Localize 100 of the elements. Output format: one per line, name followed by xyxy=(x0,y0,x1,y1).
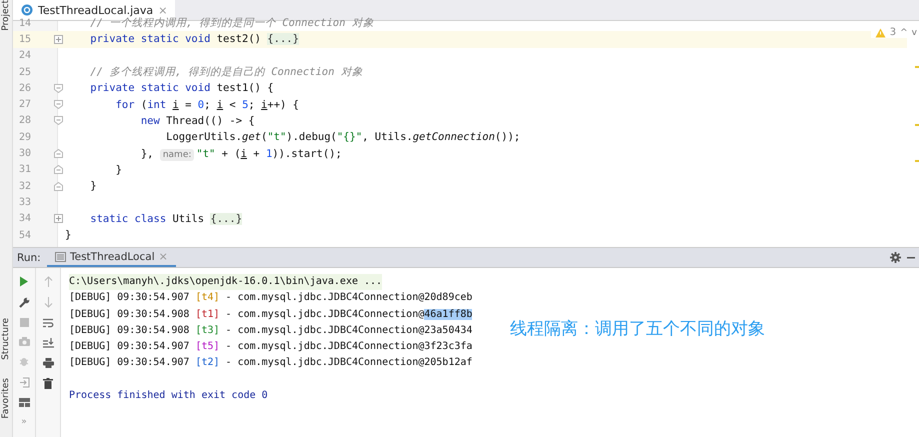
line-number: 14 xyxy=(18,18,32,29)
code-token: 5 xyxy=(242,98,248,111)
code-token: get xyxy=(242,131,261,144)
code-token: ).debug( xyxy=(286,131,337,144)
log-line: [DEBUG] 09:30:54.908 [t3] - com.mysql.jdbc.JDBC4Connection@23a50434 xyxy=(69,324,472,338)
code-comment: // 多个线程调用, 得到的是自己的 Connection 对象 xyxy=(89,66,363,78)
warning-count: 3 xyxy=(890,27,896,38)
code-token: "t" xyxy=(267,131,286,144)
code-token: test1() { xyxy=(216,82,274,94)
next-button[interactable]: v xyxy=(912,28,917,38)
line-number: 27 xyxy=(18,99,32,110)
code-token: i xyxy=(240,148,247,160)
code-token: } xyxy=(89,180,97,192)
code-token: int xyxy=(147,98,168,111)
code-token: static class xyxy=(89,212,168,225)
fold-icon[interactable] xyxy=(54,34,62,44)
line-number: 29 xyxy=(18,132,32,143)
tool-window-tab[interactable]: Structure xyxy=(1,318,11,360)
folded-code[interactable]: {...} xyxy=(267,33,299,46)
stop-icon[interactable] xyxy=(20,318,28,327)
line-number: 30 xyxy=(18,148,32,160)
line-number: 54 xyxy=(18,230,32,240)
code-token: = xyxy=(184,98,192,111)
code-token: 1 xyxy=(266,148,272,160)
line-number: 26 xyxy=(18,82,32,94)
fold-icon[interactable] xyxy=(54,116,62,126)
print-icon[interactable] xyxy=(42,358,54,368)
code-token: } xyxy=(65,229,72,241)
code-token: test2() xyxy=(216,33,262,46)
run-label: Run: xyxy=(16,252,41,264)
code-token: }, xyxy=(140,148,155,160)
code-token: for xyxy=(114,98,136,111)
wrench-icon[interactable] xyxy=(18,297,30,308)
code-token: ()); xyxy=(494,131,520,144)
settings-icon[interactable] xyxy=(890,252,901,263)
code-token: 0 xyxy=(198,98,204,111)
code-token: + xyxy=(252,148,261,160)
previous-button[interactable]: ^ xyxy=(900,28,908,38)
line-number: 32 xyxy=(18,180,32,192)
inspection-widget[interactable]: 3 ^ v xyxy=(870,27,919,38)
code-token: i xyxy=(172,98,179,111)
line-number: 31 xyxy=(18,164,32,176)
up-arrow-icon[interactable] xyxy=(44,276,52,287)
code-token: ++) { xyxy=(267,98,299,111)
login-icon[interactable] xyxy=(18,377,30,388)
tool-window-tab[interactable]: Project xyxy=(1,0,11,31)
code-token: Utils xyxy=(172,212,206,225)
code-token: i xyxy=(216,98,224,111)
log-line: [DEBUG] 09:30:54.907 [t5] - com.mysql.jdbc.JDBC4Connection@3f23c3fa xyxy=(69,340,472,354)
code-token: ; xyxy=(204,98,212,111)
class-icon xyxy=(21,4,33,16)
console-icon xyxy=(55,252,66,262)
fold-icon[interactable] xyxy=(54,214,62,224)
code-token: ; xyxy=(248,98,256,111)
parameter-hint: name: xyxy=(160,148,194,161)
code-token: "{}" xyxy=(336,131,362,144)
fold-icon[interactable] xyxy=(54,84,62,93)
code-token: i xyxy=(261,98,268,111)
code-comment: // 一个线程内调用, 得到的是同一个 Connection 对象 xyxy=(89,17,374,30)
tool-window-tab[interactable]: Favorites xyxy=(1,378,11,419)
code-token: LoggerUtils. xyxy=(165,131,242,144)
log-line: [DEBUG] 09:30:54.907 [t2] - com.mysql.jdbc.JDBC4Connection@205b12af xyxy=(69,356,472,370)
line-number: 24 xyxy=(18,50,32,62)
line-number: 33 xyxy=(18,196,32,208)
warning-marker[interactable] xyxy=(915,160,919,162)
line-number: 28 xyxy=(18,115,32,126)
down-arrow-icon[interactable] xyxy=(44,297,52,308)
annotation-text: 线程隔离：调用了五个不同的对象 xyxy=(510,318,765,340)
warning-marker[interactable] xyxy=(915,124,919,126)
minimize-icon[interactable] xyxy=(907,256,915,258)
code-token: private static void xyxy=(89,82,212,94)
code-token: } xyxy=(114,164,122,176)
line-number: 34 xyxy=(18,213,32,224)
run-tab[interactable]: TestThreadLocal × xyxy=(47,248,176,267)
layout-icon[interactable] xyxy=(18,398,30,407)
warning-icon xyxy=(874,28,886,38)
code-token: + ( xyxy=(220,148,241,160)
code-token: private static void xyxy=(89,33,212,46)
exit-message: Process finished with exit code 0 xyxy=(69,388,269,403)
wrap-icon[interactable] xyxy=(42,318,54,328)
line-number: 25 xyxy=(18,66,32,78)
line-number: 15 xyxy=(18,34,32,45)
code-token: Thread(() -> { xyxy=(166,114,255,127)
log-line: [DEBUG] 09:30:54.907 [t4] - com.mysql.jdbc.JDBC4Connection@20d89ceb xyxy=(69,291,472,306)
folded-code[interactable]: {...} xyxy=(210,212,242,225)
code-token: getConnection xyxy=(412,131,495,144)
code-token: , Utils. xyxy=(362,131,413,144)
code-token: )).start(); xyxy=(272,148,342,160)
log-line: [DEBUG] 09:30:54.908 [t1] - com.mysql.jdbc.JDBC4Connection@46a1ff8b xyxy=(69,308,472,322)
code-token: new xyxy=(140,114,161,127)
bug-icon[interactable] xyxy=(18,356,30,367)
fold-icon[interactable] xyxy=(54,100,62,110)
code-token: ( xyxy=(140,98,148,111)
scroll-end-icon[interactable] xyxy=(42,338,54,348)
camera-icon[interactable] xyxy=(18,337,30,346)
warning-marker[interactable] xyxy=(915,66,919,68)
run-icon[interactable] xyxy=(19,276,29,287)
code-token: ( xyxy=(260,131,268,144)
code-token: "t" xyxy=(196,148,216,160)
trash-icon[interactable] xyxy=(43,378,53,389)
